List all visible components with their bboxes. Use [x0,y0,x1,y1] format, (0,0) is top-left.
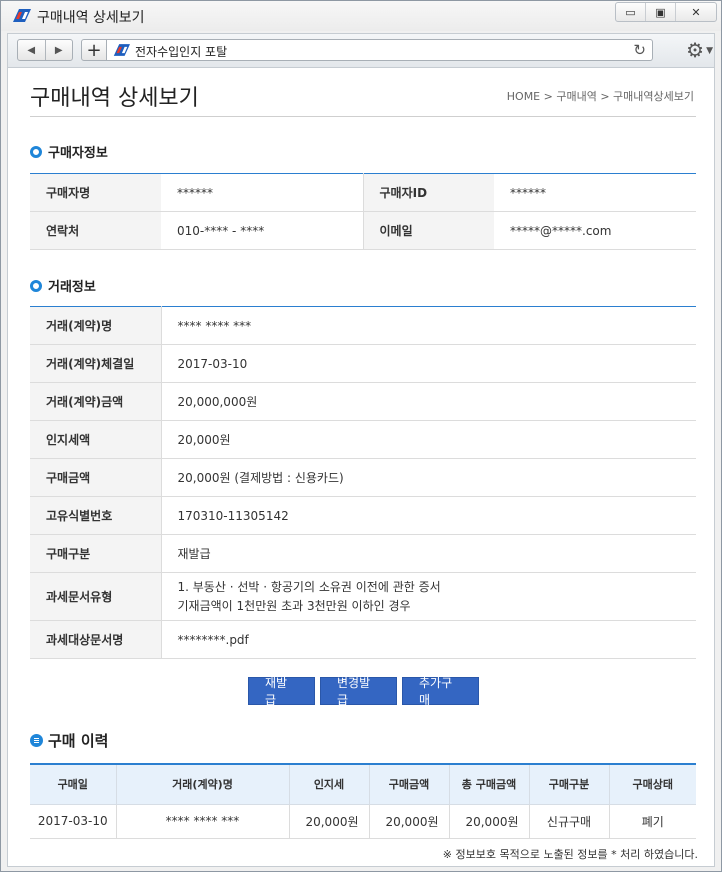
reissue-button[interactable]: 재발급 [248,676,315,707]
doc-type-line-2: 기재금액이 1천만원 초과 3천만원 이하인 경우 [177,598,411,613]
reload-icon[interactable]: ↻ [633,41,646,59]
col-contract-name: 거래(계약)명 [115,764,289,805]
contract-amount-value: 20,000,000원 [160,382,696,421]
section-bullet-icon [30,145,42,158]
portal-logo-icon [13,9,31,22]
unique-id-label: 고유식별번호 [30,496,161,535]
doc-type-label: 과세문서유형 [30,572,161,621]
gear-icon: ⚙ [686,38,704,62]
settings-button[interactable]: ⚙ ▼ [686,38,713,62]
buyer-id-value: ****** [494,173,696,212]
doc-type-value: 1. 부동산 · 선박 · 항공기의 소유권 이전에 관한 증서 기재금액이 1… [160,572,696,621]
new-tab-button[interactable]: + [81,39,107,61]
col-purchase-amount: 구매금액 [368,764,449,805]
back-button[interactable]: ◀ [18,40,46,60]
trade-section-label: 거래정보 [48,280,96,295]
purchase-history-table: 구매일 거래(계약)명 인지세 구매금액 총 구매금액 구매구분 구매상태 20… [30,763,696,839]
chevron-down-icon: ▼ [706,46,713,56]
change-issue-button[interactable]: 변경발급 [320,676,397,707]
buyer-phone-value: 010-**** - **** [161,211,363,250]
col-purchase-status: 구매상태 [608,764,696,805]
section-bullet-icon [30,279,42,292]
table-row: 과세문서유형 1. 부동산 · 선박 · 항공기의 소유권 이전에 관한 증서 … [30,572,696,621]
cell-contract-name: **** **** *** [115,804,289,839]
contract-date-label: 거래(계약)체결일 [30,344,161,383]
browser-window: 구매내역 상세보기 ▭ ▣ ✕ ◀ ▶ + 전자수입인지 포탈 ↻ ⚙ ▼ 구매내… [0,0,722,872]
list-icon [30,734,43,747]
buyer-name-value: ****** [161,173,363,212]
buyer-info-table: 구매자명 ****** 구매자ID ****** 연락처 010-**** - … [30,173,696,250]
buyer-phone-label: 연락처 [30,211,161,250]
site-logo-icon [113,44,130,56]
page-content: 구매내역 상세보기 HOME > 구매내역 > 구매내역상세보기 구매자정보 구… [7,67,715,867]
address-bar[interactable]: 전자수입인지 포탈 ↻ [107,39,653,61]
stamp-tax-label: 인지세액 [30,420,161,459]
table-row: 거래(계약)체결일 2017-03-10 [30,344,696,383]
buyer-email-label: 이메일 [362,211,494,250]
col-purchase-date: 구매일 [30,764,116,805]
table-row: 연락처 010-**** - **** 이메일 *****@*****.com [30,211,696,250]
cell-purchase-amount: 20,000원 [368,804,449,839]
cell-purchase-status: 폐기 [608,804,696,839]
table-row: 고유식별번호 170310-11305142 [30,496,696,535]
table-row: 구매자명 ****** 구매자ID ****** [30,173,696,212]
contract-name-value: **** **** *** [160,306,696,345]
doc-name-label: 과세대상문서명 [30,620,161,659]
doc-type-line-1: 1. 부동산 · 선박 · 항공기의 소유권 이전에 관한 증서 [177,579,441,594]
doc-name-value: ********.pdf [160,620,696,659]
purchase-type-label: 구매구분 [30,534,161,573]
contract-name-label: 거래(계약)명 [30,306,161,345]
address-text: 전자수입인지 포탈 [135,45,228,59]
privacy-note: ※ 정보보호 목적으로 노출된 정보를 * 처리 하였습니다. [442,848,698,861]
maximize-button[interactable]: ▣ [646,3,676,21]
forward-button[interactable]: ▶ [46,40,73,60]
table-header-row: 구매일 거래(계약)명 인지세 구매금액 총 구매금액 구매구분 구매상태 [30,764,696,805]
nav-buttons: ◀ ▶ [17,39,73,61]
table-row: 구매구분 재발급 [30,534,696,573]
window-controls: ▭ ▣ ✕ [615,2,717,22]
trade-info-table: 거래(계약)명 **** **** *** 거래(계약)체결일 2017-03-… [30,306,696,659]
minimize-button[interactable]: ▭ [616,3,646,21]
add-purchase-button[interactable]: 추가구매 [402,676,479,707]
action-buttons: 재발급 변경발급 추가구매 [248,676,479,707]
history-section-heading: 구매 이력 [30,730,108,751]
title-divider [30,116,696,117]
table-row: 거래(계약)명 **** **** *** [30,306,696,345]
history-section-label: 구매 이력 [48,732,109,750]
buyer-id-label: 구매자ID [362,173,494,212]
col-stamp-tax: 인지세 [288,764,369,805]
table-row: 2017-03-10 **** **** *** 20,000원 20,000원… [30,804,696,839]
col-total-amount: 총 구매금액 [448,764,529,805]
unique-id-value: 170310-11305142 [160,496,696,535]
buyer-name-label: 구매자명 [30,173,161,212]
breadcrumb: HOME > 구매내역 > 구매내역상세보기 [506,90,694,103]
table-row: 거래(계약)금액 20,000,000원 [30,382,696,421]
col-purchase-type: 구매구분 [528,764,609,805]
buyer-section-heading: 구매자정보 [30,142,108,161]
table-row: 과세대상문서명 ********.pdf [30,620,696,659]
buyer-section-label: 구매자정보 [48,146,108,161]
table-row: 구매금액 20,000원 (결제방법 : 신용카드) [30,458,696,497]
buyer-email-value: *****@*****.com [494,211,696,250]
purchase-type-value: 재발급 [160,534,696,573]
cell-purchase-type: 신규구매 [528,804,609,839]
contract-date-value: 2017-03-10 [160,344,696,383]
table-row: 인지세액 20,000원 [30,420,696,459]
purchase-amount-label: 구매금액 [30,458,161,497]
title-bar: 구매내역 상세보기 ▭ ▣ ✕ [1,1,721,31]
stamp-tax-value: 20,000원 [160,420,696,459]
purchase-amount-value: 20,000원 (결제방법 : 신용카드) [160,458,696,497]
browser-toolbar: ◀ ▶ + 전자수입인지 포탈 ↻ ⚙ ▼ [7,33,715,67]
contract-amount-label: 거래(계약)금액 [30,382,161,421]
cell-stamp-tax: 20,000원 [288,804,369,839]
trade-section-heading: 거래정보 [30,276,96,295]
page-title: 구매내역 상세보기 [30,86,199,111]
window-title: 구매내역 상세보기 [37,10,145,26]
cell-purchase-date: 2017-03-10 [30,804,116,839]
close-button[interactable]: ✕ [676,3,716,21]
cell-total-amount: 20,000원 [448,804,529,839]
